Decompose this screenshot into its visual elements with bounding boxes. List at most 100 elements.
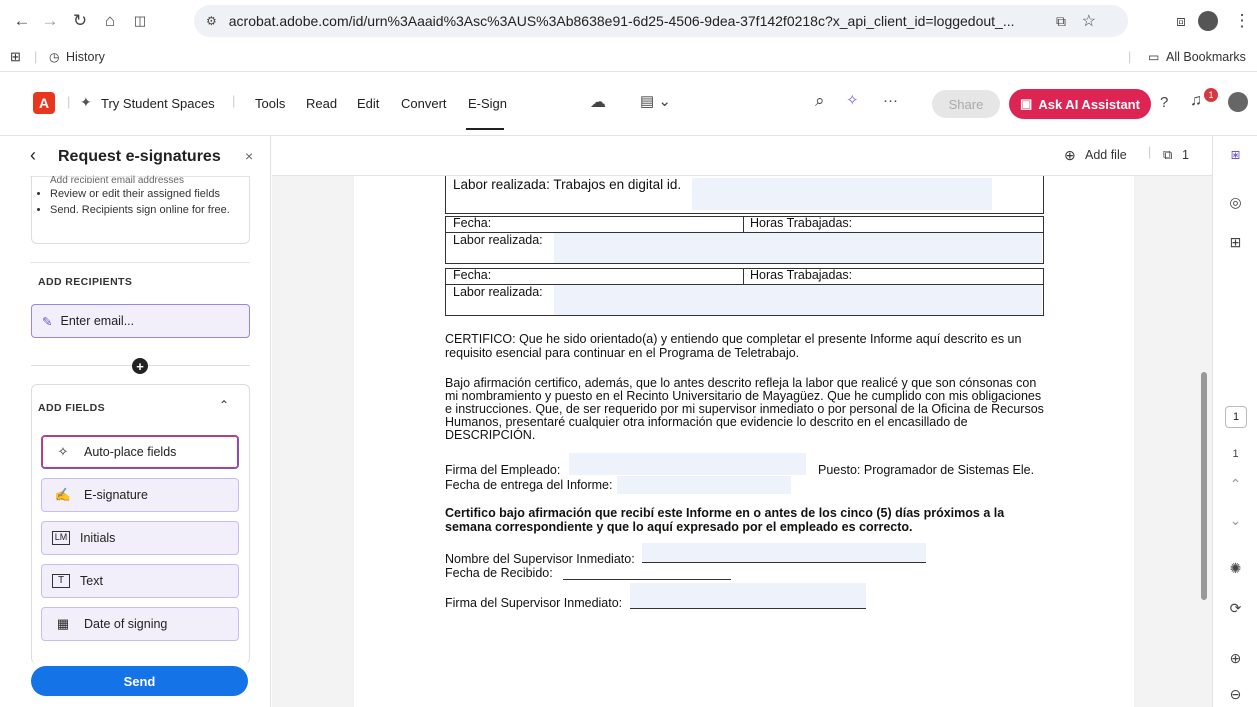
notification-badge: 1 [1204, 88, 1218, 102]
ai-edit-icon[interactable]: ⧆ [1213, 146, 1257, 163]
field-initials[interactable]: LM Initials [41, 521, 239, 555]
fecha-label: Fecha: [453, 216, 492, 230]
menu-edit[interactable]: Edit [357, 96, 379, 111]
request-e-signatures-panel: ‹ Request e-signatures × Add recipient e… [0, 136, 271, 707]
email-placeholder: Enter email... [60, 314, 135, 328]
add-recipient-plus-icon[interactable]: + [132, 358, 148, 374]
site-settings-icon[interactable]: ⚙ [206, 14, 217, 28]
field-e-signature[interactable]: ✍ E-signature [41, 478, 239, 512]
install-app-icon[interactable]: ⧉ [1056, 13, 1066, 30]
menu-read[interactable]: Read [306, 96, 337, 111]
form-field[interactable] [554, 285, 1042, 315]
share-button[interactable]: Share [932, 90, 1000, 118]
ask-ai-assistant-button[interactable]: ▣ Ask AI Assistant [1009, 89, 1151, 119]
comment-icon[interactable]: ◎ [1213, 194, 1257, 211]
page-down-icon[interactable]: ⌄ [1213, 512, 1257, 529]
zoom-out-icon[interactable]: ⊖ [1213, 686, 1257, 703]
signature-icon: ✍ [54, 487, 72, 502]
profile-avatar[interactable] [1198, 11, 1218, 31]
form-field[interactable] [692, 178, 992, 210]
labor-label: Labor realizada: [453, 285, 543, 299]
initials-icon: LM [52, 531, 70, 545]
cloud-icon[interactable]: ☁ [590, 92, 606, 112]
pages-icon[interactable]: ⧉ [1163, 147, 1172, 163]
history-bookmark[interactable]: History [66, 50, 105, 64]
zoom-in-icon[interactable]: ⊕ [1213, 650, 1257, 667]
pdf-page: Labor realizada: Trabajos en digital id.… [354, 176, 1134, 707]
bookmark-star-icon[interactable]: ☆ [1082, 11, 1096, 31]
back-icon[interactable]: ← [8, 7, 36, 35]
firma-supervisor-label: Firma del Supervisor Inmediato: [445, 596, 623, 610]
right-rail: ⧆ ◎ ⊞ 1 1 ⌃ ⌄ ✺ ⟳ ⊕ ⊖ [1212, 136, 1257, 707]
menu-convert[interactable]: Convert [401, 96, 447, 111]
table-line [445, 213, 1044, 214]
field-label: Initials [80, 531, 116, 545]
nombre-supervisor-label: Nombre del Supervisor Inmediato: [445, 552, 635, 566]
bookmarks-bar: ⊞ | ◷ History | ▭ All Bookmarks [0, 42, 1257, 72]
chrome-menu-icon[interactable]: ⋮ [1228, 7, 1256, 35]
home-icon[interactable]: ⌂ [96, 7, 124, 35]
add-file-button[interactable]: Add file [1085, 148, 1127, 162]
firma-empleado-field[interactable] [569, 453, 806, 475]
divider-2: | [232, 93, 236, 108]
labor-label: Labor realizada: [453, 233, 543, 247]
search-icon[interactable]: ⌕ [815, 91, 825, 111]
back-chevron-icon[interactable]: ‹ [30, 145, 36, 166]
bajo-line: Bajo afirmación certifico, además, que l… [445, 376, 1037, 390]
send-button[interactable]: Send [31, 666, 248, 696]
student-spaces-icon: ✦ [80, 94, 92, 110]
help-icon[interactable]: ? [1160, 94, 1168, 111]
acrobat-logo[interactable]: A [33, 92, 55, 114]
auto-place-icon: ✧ [57, 444, 69, 459]
fecha-recibido-line[interactable] [563, 579, 731, 580]
field-auto-place[interactable]: ✧ Auto-place fields [41, 435, 239, 469]
field-date-of-signing[interactable]: ▦ Date of signing [41, 607, 239, 641]
side-panel-icon[interactable]: ◫ [126, 7, 154, 35]
bajo-line: mi nombramiento y puesto en el Recinto U… [445, 389, 1042, 403]
email-input[interactable]: ✎ Enter email... [31, 304, 250, 338]
apps-grid-icon[interactable]: ⊞ [10, 49, 21, 65]
bajo-line: e instrucciones. Que, de ser requerido p… [445, 402, 1044, 416]
section-divider [30, 262, 250, 263]
field-text[interactable]: T Text [41, 564, 239, 598]
user-avatar[interactable] [1228, 92, 1248, 112]
try-student-spaces-link[interactable]: Try Student Spaces [101, 96, 215, 111]
reload-icon[interactable]: ↻ [66, 7, 94, 35]
instructions-list: Review or edit their assigned fields Sen… [38, 187, 248, 218]
table-line [743, 216, 744, 232]
ai-chat-icon: ▣ [1020, 96, 1033, 111]
address-bar[interactable]: ⚙ acrobat.adobe.com/id/urn%3Aaaid%3Asc%3… [194, 5, 1128, 37]
firma-supervisor-field[interactable] [630, 583, 866, 609]
organize-pages-icon[interactable]: ⊞ [1213, 234, 1257, 251]
forward-icon[interactable]: → [36, 7, 64, 35]
page-number-input[interactable]: 1 [1225, 406, 1247, 428]
add-file-icon: ⊕ [1064, 147, 1076, 163]
field-label: E-signature [84, 488, 148, 502]
magic-select-icon[interactable]: ✺ [1213, 560, 1257, 577]
vertical-scrollbar[interactable] [1201, 372, 1207, 600]
divider: | [67, 94, 71, 109]
page-up-icon[interactable]: ⌃ [1213, 476, 1257, 493]
instruction-item: Send. Recipients sign online for free. [50, 203, 248, 219]
notifications-bell-icon[interactable]: ♫ [1190, 92, 1202, 110]
puesto-label: Puesto: Programador de Sistemas Ele. [818, 463, 1035, 477]
fecha-entrega-field[interactable] [617, 476, 791, 494]
menu-tools[interactable]: Tools [255, 96, 285, 111]
firma-empleado-label: Firma del Empleado: [445, 463, 561, 477]
bullet-cut-off: Add recipient email addresses [50, 175, 184, 183]
toolbar-divider: | [1148, 145, 1152, 159]
more-icon[interactable]: ··· [883, 92, 898, 109]
nombre-supervisor-field[interactable] [642, 543, 926, 563]
menu-e-sign[interactable]: E-Sign [468, 96, 507, 111]
document-toolbar: ⊕ Add file | ⧉ 1 [272, 136, 1212, 176]
file-refresh-icon[interactable]: ⟳ [1213, 600, 1257, 617]
form-field[interactable] [554, 233, 1042, 263]
collapse-chevron-icon[interactable]: ⌃ [219, 398, 229, 412]
all-bookmarks[interactable]: All Bookmarks [1166, 50, 1246, 64]
document-menu-icon[interactable]: ▤ ⌄ [640, 92, 671, 110]
extensions-icon[interactable]: ⧈ [1167, 7, 1195, 35]
ai-spark-icon[interactable]: ✧ [846, 91, 859, 109]
browser-toolbar: ← → ↻ ⌂ ◫ ⚙ acrobat.adobe.com/id/urn%3Aa… [0, 0, 1257, 42]
close-icon[interactable]: × [245, 148, 253, 164]
field-label: Auto-place fields [84, 445, 177, 459]
